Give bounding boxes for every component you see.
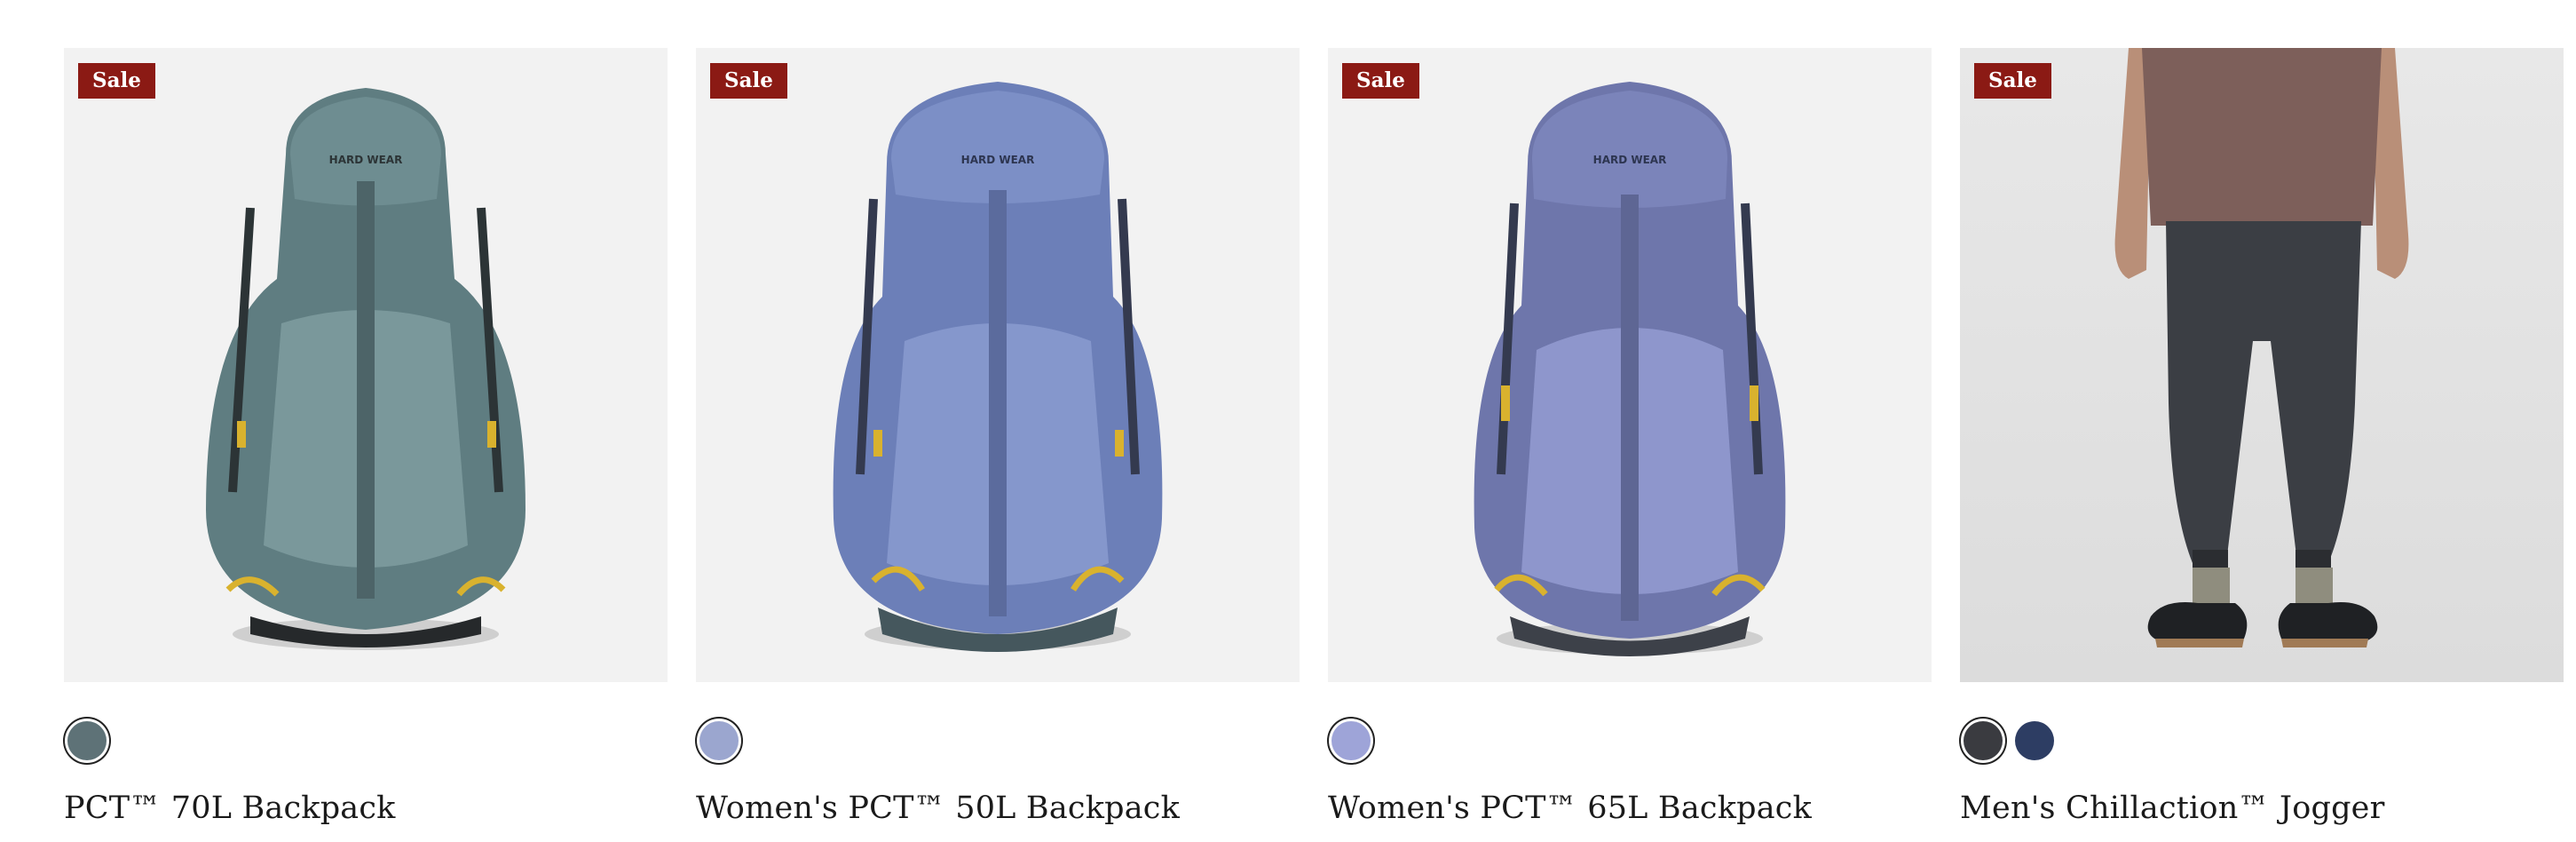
product-title[interactable]: Women's PCT™ 65L Backpack xyxy=(1328,790,1932,826)
color-swatches xyxy=(1964,716,2564,766)
color-swatches xyxy=(67,716,668,766)
product-card[interactable]: Sale HARD WEAR Women's PCT™ 50L Backpack xyxy=(696,48,1300,826)
backpack-image: HARD WEAR xyxy=(206,88,525,650)
color-swatch[interactable] xyxy=(2015,721,2054,760)
color-swatch[interactable] xyxy=(699,721,739,760)
product-title[interactable]: PCT™ 70L Backpack xyxy=(64,790,668,826)
color-swatches xyxy=(1331,716,1932,766)
sale-badge: Sale xyxy=(1974,63,2051,99)
product-title[interactable]: Women's PCT™ 50L Backpack xyxy=(696,790,1300,826)
svg-text:HARD WEAR: HARD WEAR xyxy=(329,154,403,166)
product-card[interactable]: Sale Men's Chillaction™ Jogger xyxy=(1960,48,2564,826)
color-swatch[interactable] xyxy=(1964,721,2003,760)
backpack-image: HARD WEAR xyxy=(833,82,1163,652)
sale-badge: Sale xyxy=(710,63,787,99)
product-card[interactable]: Sale HARD WEAR PCT™ 70L Backpack xyxy=(64,48,668,826)
product-grid: Sale HARD WEAR PCT™ 70L Backpack Sale HA… xyxy=(64,48,2564,826)
product-title[interactable]: Men's Chillaction™ Jogger xyxy=(1960,790,2564,826)
product-image-link[interactable]: Sale xyxy=(1960,48,2564,682)
color-swatches xyxy=(699,716,1300,766)
color-swatch[interactable] xyxy=(67,721,107,760)
sale-badge: Sale xyxy=(1342,63,1419,99)
svg-text:HARD WEAR: HARD WEAR xyxy=(1593,154,1667,166)
product-card[interactable]: Sale HARD WEAR Women's PCT™ 65L Backpack xyxy=(1328,48,1932,826)
product-image-link[interactable]: Sale HARD WEAR xyxy=(696,48,1300,682)
color-swatch[interactable] xyxy=(1331,721,1371,760)
product-image-link[interactable]: Sale HARD WEAR xyxy=(64,48,668,682)
product-image-link[interactable]: Sale HARD WEAR xyxy=(1328,48,1932,682)
jogger-model-image xyxy=(1960,48,2564,682)
svg-text:HARD WEAR: HARD WEAR xyxy=(961,154,1035,166)
backpack-image: HARD WEAR xyxy=(1474,82,1786,656)
sale-badge: Sale xyxy=(78,63,155,99)
